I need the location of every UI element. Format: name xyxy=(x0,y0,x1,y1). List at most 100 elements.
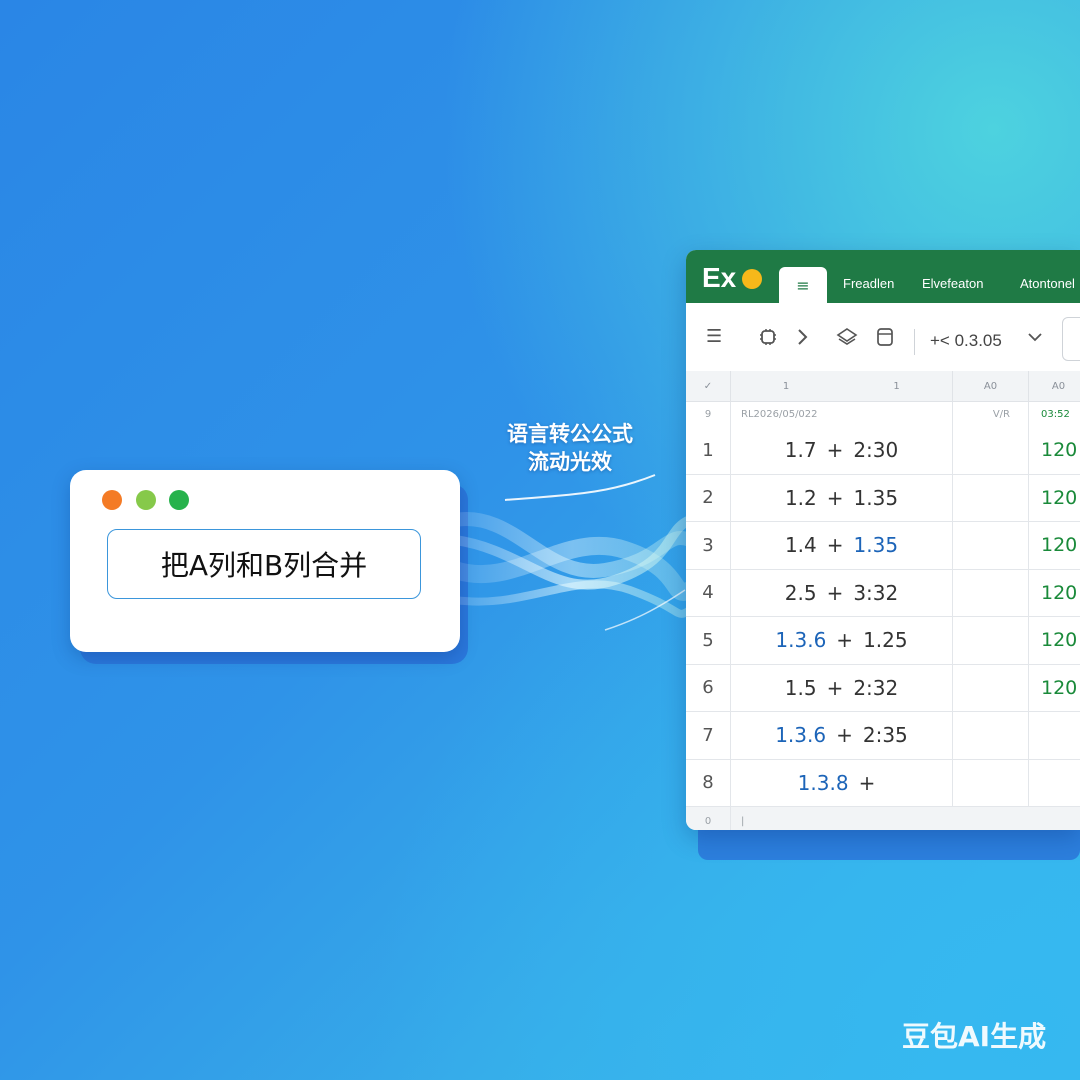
table-row: 1 1.7 +2:30 120 xyxy=(686,427,1080,475)
empty-cell[interactable] xyxy=(952,427,1028,474)
column-header-row: ✓ 1 1 A0 A0 xyxy=(686,371,1080,402)
data-rows: 1 1.7 +2:30 120 2 1.2 +1.35 120 3 1.4 +1.35 120 4 2.5… xyxy=(686,427,1080,807)
table-row: 7 1.3.6 +2:35 xyxy=(686,712,1080,760)
row-number[interactable]: 6 xyxy=(686,665,730,712)
formula-cell[interactable]: 1.3.6 +2:35 xyxy=(730,712,952,759)
result-cell[interactable]: 120 xyxy=(1028,664,1080,711)
row-number[interactable]: 2 xyxy=(686,475,730,522)
table-row: 5 1.3.6 +1.25 120 xyxy=(686,617,1080,665)
layers-icon[interactable] xyxy=(836,327,858,352)
plus-sign: + xyxy=(826,438,844,463)
cell-value-left: 1.3.6 xyxy=(775,628,827,653)
row-number[interactable]: 8 xyxy=(686,760,730,807)
row-number[interactable]: 5 xyxy=(686,617,730,664)
ribbon-bar: Ex ≡ Freadlen Elvefeaton Atontonel xyxy=(686,250,1080,303)
flow-wave-graphic xyxy=(455,474,695,631)
result-cell[interactable]: 120 xyxy=(1028,617,1080,664)
cell-value-left: 1.5 xyxy=(784,675,817,700)
tab-atontonel[interactable]: Atontonel xyxy=(1020,276,1075,291)
column-header[interactable]: 1 xyxy=(730,371,841,401)
flow-label-line1: 语言转公公式 xyxy=(507,422,633,446)
formula-cell[interactable]: 1.4 +1.35 xyxy=(730,522,952,569)
formula-cell[interactable]: 2.5 +3:32 xyxy=(730,569,952,616)
formula-cell[interactable]: 1.7 +2:30 xyxy=(730,427,952,474)
cell-value-right: 2:35 xyxy=(862,723,908,748)
toolbar-value[interactable]: +< 0.3.05 xyxy=(930,331,1002,351)
cell-value-left: 1.7 xyxy=(784,438,817,463)
tab-elvefeaton[interactable]: Elvefeaton xyxy=(922,276,983,291)
result-cell[interactable] xyxy=(1028,759,1080,806)
table-row: 3 1.4 +1.35 120 xyxy=(686,522,1080,570)
result-cell[interactable] xyxy=(1028,712,1080,759)
formula-cell[interactable]: 1.3.8 + xyxy=(730,759,952,806)
tab-freadlen[interactable]: Freadlen xyxy=(843,276,894,291)
empty-cell[interactable] xyxy=(952,474,1028,521)
footer-row: 0 | xyxy=(686,807,1080,830)
empty-cell[interactable] xyxy=(952,569,1028,616)
result-cell[interactable]: 120 xyxy=(1028,569,1080,616)
column-header[interactable]: A0 xyxy=(952,371,1028,401)
footer-cell: 0 xyxy=(704,815,712,827)
column-header[interactable]: A0 xyxy=(1028,371,1080,401)
result-cell[interactable]: 120 xyxy=(1028,522,1080,569)
chip-icon[interactable] xyxy=(758,327,778,352)
logo-dot-icon xyxy=(742,269,762,289)
table-row: 6 1.5 +2:32 120 xyxy=(686,664,1080,712)
header-corner[interactable]: ✓ xyxy=(686,371,730,401)
row-number[interactable]: 7 xyxy=(686,712,730,759)
cell-value-left: 1.3.8 xyxy=(797,770,849,795)
sheet-grid: ✓ 1 1 A0 A0 9 RL2026/05/022 V/R 03:52 11… xyxy=(686,371,1080,830)
row-number[interactable]: 4 xyxy=(686,570,730,617)
prompt-input[interactable]: 把A列和B列合并 xyxy=(107,529,421,599)
app-logo: Ex xyxy=(702,262,737,293)
sub-header-row: 9 RL2026/05/022 V/R 03:52 xyxy=(686,402,1080,427)
window-minimize-dot[interactable] xyxy=(136,490,156,510)
result-cell[interactable]: 120 xyxy=(1028,474,1080,521)
menu-icon[interactable]: ☰ xyxy=(706,327,722,347)
plus-sign: + xyxy=(826,580,844,605)
formula-cell[interactable]: 1.3.6 +1.25 xyxy=(730,617,952,664)
empty-cell[interactable] xyxy=(952,664,1028,711)
table-row: 2 1.2 +1.35 120 xyxy=(686,474,1080,522)
chevron-down-icon[interactable] xyxy=(1026,327,1044,352)
cell-value-right: 3:32 xyxy=(853,580,899,605)
cell-value-right: 1.35 xyxy=(853,533,899,558)
cell-value-left: 1.4 xyxy=(784,533,817,558)
row-number[interactable]: 1 xyxy=(686,427,730,474)
cell-value-left: 1.3.6 xyxy=(775,723,827,748)
empty-cell[interactable] xyxy=(952,617,1028,664)
plus-sign: + xyxy=(836,723,853,748)
plus-sign: + xyxy=(826,533,844,558)
window-close-dot[interactable] xyxy=(102,490,122,510)
chevron-right-icon[interactable] xyxy=(796,327,810,352)
cell-value-right: 1.25 xyxy=(863,628,908,653)
plus-sign: + xyxy=(858,770,876,795)
formula-cell[interactable]: 1.2 +1.35 xyxy=(730,474,952,521)
cell-value-right: 1.35 xyxy=(853,485,899,510)
empty-cell[interactable] xyxy=(952,712,1028,759)
toolbar-separator xyxy=(914,329,915,355)
cell-value-left: 1.2 xyxy=(784,485,817,510)
window-maximize-dot[interactable] xyxy=(169,490,189,510)
result-cell[interactable]: 120 xyxy=(1028,427,1080,474)
sub-header-cell: 9 xyxy=(704,409,712,420)
plus-sign: + xyxy=(836,628,854,653)
row-number[interactable]: 3 xyxy=(686,522,730,569)
watermark: 豆包AI生成 xyxy=(902,1020,1047,1053)
empty-cell[interactable] xyxy=(952,522,1028,569)
sub-header-cell: RL2026/05/022 xyxy=(730,402,952,427)
table-row: 4 2.5 +3:32 120 xyxy=(686,569,1080,617)
sub-header-cell: 03:52 xyxy=(1028,402,1080,427)
column-header[interactable]: 1 xyxy=(841,371,952,401)
formula-cell[interactable]: 1.5 +2:32 xyxy=(730,664,952,711)
toolbar-dropdown[interactable] xyxy=(1062,317,1080,361)
clipboard-icon[interactable] xyxy=(876,327,894,352)
empty-cell[interactable] xyxy=(952,759,1028,806)
tab-menu[interactable]: ≡ xyxy=(779,267,827,303)
plus-sign: + xyxy=(826,485,844,510)
plus-sign: + xyxy=(826,675,844,700)
cell-value-right: 2:32 xyxy=(853,675,899,700)
table-row: 8 1.3.8 + xyxy=(686,759,1080,807)
footer-cell: | xyxy=(730,807,952,830)
sub-header-cell: V/R xyxy=(952,402,1028,427)
